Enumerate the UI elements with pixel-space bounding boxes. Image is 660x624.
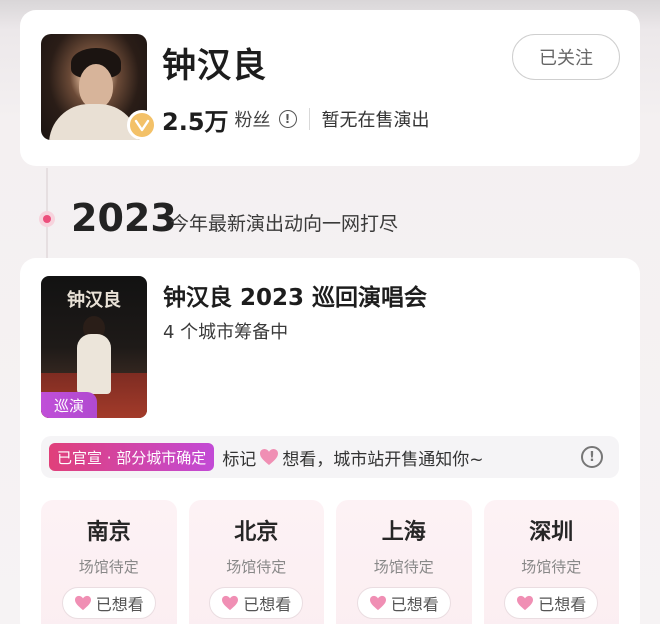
concert-card[interactable]: 钟汉良 巡演 钟汉良 2023 巡回演唱会 4 个城市筹备中 已官宣 · 部分城… (20, 258, 640, 624)
city-venue: 场馆待定 (521, 558, 582, 576)
follow-button[interactable]: 已关注 (512, 34, 620, 80)
notice-text: 标记 想看，城市站开售通知你~ (222, 445, 484, 470)
city-card-nanjing[interactable]: 南京 场馆待定 已想看 (41, 500, 177, 624)
poster-title: 钟汉良 (67, 290, 121, 311)
city-name: 深圳 (529, 520, 574, 545)
city-card-beijing[interactable]: 北京 场馆待定 已想看 (188, 500, 324, 624)
notice-info-icon[interactable]: ! (581, 446, 603, 468)
heart-icon (74, 595, 91, 611)
city-name: 上海 (381, 520, 426, 545)
official-announce-tag: 已官宣 · 部分城市确定 (49, 443, 215, 471)
artist-card: 钟汉良 已关注 2.5万 粉丝 ! 暂无在售演出 (20, 10, 640, 166)
city-venue: 场馆待定 (78, 558, 139, 576)
want-label: 已想看 (243, 595, 292, 614)
fans-count: 2.5万 (162, 107, 229, 136)
city-list: 南京 场馆待定 已想看 北京 场馆待定 已想看 上海 场馆待定 已想看 深圳 场… (41, 500, 619, 624)
fans-label: 粉丝 (234, 110, 271, 131)
city-venue: 场馆待定 (373, 558, 434, 576)
city-venue: 场馆待定 (226, 558, 287, 576)
want-to-see-button[interactable]: 已想看 (209, 587, 304, 619)
want-label: 已想看 (390, 595, 439, 614)
heart-icon (369, 595, 386, 611)
city-card-shanghai[interactable]: 上海 场馆待定 已想看 (336, 500, 472, 624)
heart-icon (517, 595, 534, 611)
tour-tag: 巡演 (41, 392, 97, 418)
concert-title: 钟汉良 2023 巡回演唱会 (163, 285, 428, 311)
artist-name: 钟汉良 (162, 46, 267, 86)
want-to-see-button[interactable]: 已想看 (504, 587, 599, 619)
want-label: 已想看 (95, 595, 144, 614)
notice-prefix: 标记 (222, 449, 257, 470)
timeline-caption: 今年最新演出动向一网打尽 (170, 213, 399, 235)
info-icon[interactable]: ! (278, 110, 297, 128)
want-to-see-button[interactable]: 已想看 (356, 587, 451, 619)
heart-icon (222, 595, 239, 611)
concert-poster[interactable]: 钟汉良 巡演 (41, 276, 147, 418)
verified-icon (127, 110, 157, 140)
city-name: 北京 (234, 520, 279, 545)
heart-icon (260, 449, 279, 465)
want-to-see-button[interactable]: 已想看 (61, 587, 156, 619)
city-card-shenzhen[interactable]: 深圳 场馆待定 已想看 (483, 500, 619, 624)
city-name: 南京 (86, 520, 131, 545)
divider (308, 108, 310, 130)
sale-status: 暂无在售演出 (321, 110, 430, 131)
concert-subtitle: 4 个城市筹备中 (163, 322, 289, 343)
notice-bar: 已官宣 · 部分城市确定 标记 想看，城市站开售通知你~ ! (41, 436, 619, 478)
want-label: 已想看 (538, 595, 587, 614)
fans-row: 2.5万 粉丝 ! 暂无在售演出 (162, 102, 430, 136)
timeline-dot-icon (39, 211, 55, 227)
notice-suffix: 想看，城市站开售通知你~ (282, 449, 484, 470)
timeline-year: 2023 (71, 196, 177, 240)
